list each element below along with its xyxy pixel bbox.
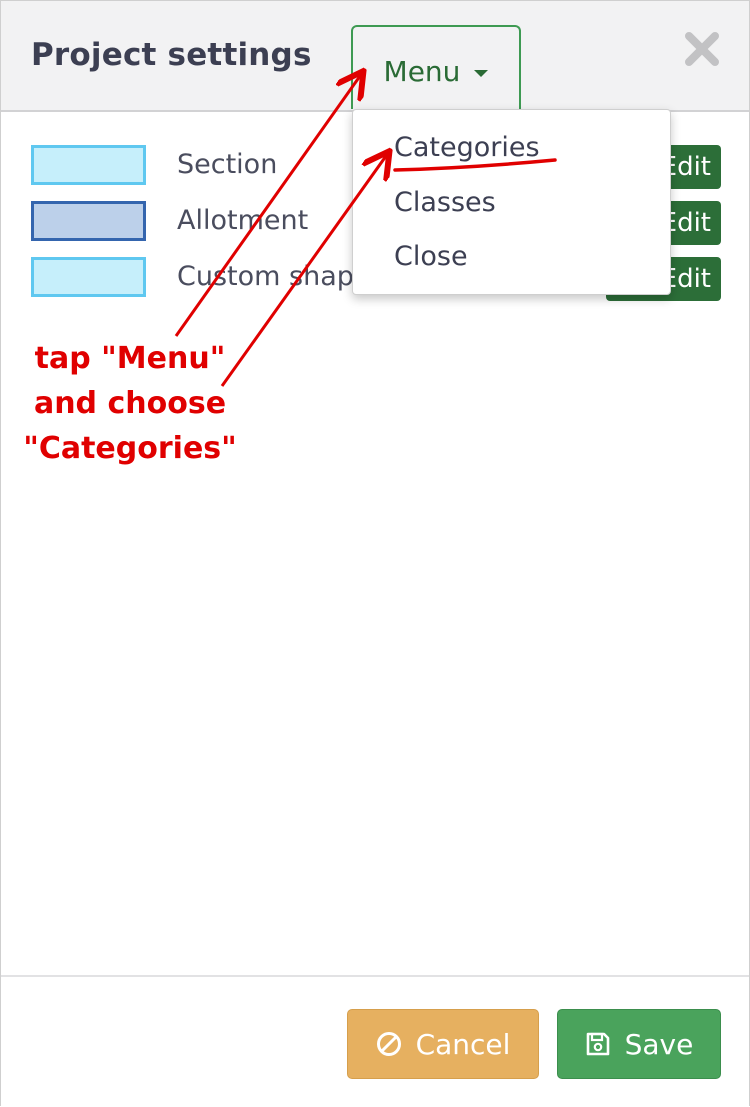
project-settings-dialog: Project settings Menu Section Edit Allot… xyxy=(0,0,750,1107)
menu-item-categories[interactable]: Categories xyxy=(394,132,540,163)
caret-down-icon xyxy=(474,69,489,77)
custom-shape-color-swatch xyxy=(31,257,146,297)
annotation-instruction: tap "Menu" and choose "Categories" xyxy=(15,336,245,471)
page-title: Project settings xyxy=(31,37,312,73)
annotation-line: and choose xyxy=(33,386,227,421)
save-button-label: Save xyxy=(624,1027,694,1061)
cancel-button-label: Cancel xyxy=(415,1027,511,1061)
dialog-footer: Cancel Save xyxy=(1,975,749,1107)
floppy-disk-icon xyxy=(586,1032,609,1056)
menu-dropdown: Categories Classes Close xyxy=(352,109,671,295)
section-color-swatch xyxy=(31,145,146,185)
menu-button-label: Menu xyxy=(383,54,461,88)
annotation-line: tap "Menu" xyxy=(34,341,226,376)
close-icon[interactable] xyxy=(684,31,720,67)
row-label: Allotment xyxy=(177,205,309,236)
menu-item-close[interactable]: Close xyxy=(394,241,468,272)
ban-icon xyxy=(376,1032,401,1056)
dialog-header: Project settings Menu xyxy=(1,1,749,112)
cancel-button[interactable]: Cancel xyxy=(347,1009,539,1079)
allotment-color-swatch xyxy=(31,201,146,241)
row-label: Custom shape xyxy=(177,261,371,292)
row-label: Section xyxy=(177,149,278,180)
save-button[interactable]: Save xyxy=(557,1009,721,1079)
annotation-line: "Categories" xyxy=(23,431,237,466)
menu-item-classes[interactable]: Classes xyxy=(394,187,496,218)
menu-button[interactable]: Menu xyxy=(351,25,521,109)
